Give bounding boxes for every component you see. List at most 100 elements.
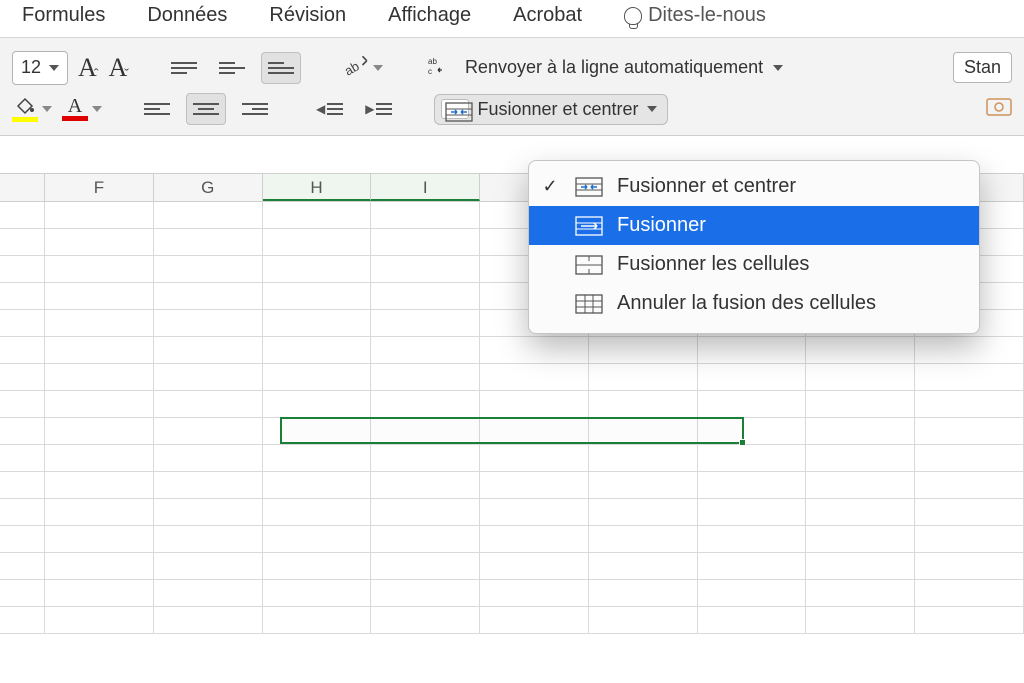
cell[interactable] [915, 418, 1024, 445]
cell[interactable] [154, 499, 263, 526]
cell[interactable] [698, 472, 807, 499]
tell-me[interactable]: Dites-le-nous [624, 4, 766, 27]
cell[interactable] [698, 580, 807, 607]
cell[interactable] [263, 391, 372, 418]
cell[interactable] [480, 607, 589, 634]
cell[interactable] [698, 337, 807, 364]
cell[interactable] [0, 472, 45, 499]
tab-affichage[interactable]: Affichage [388, 4, 471, 27]
cell[interactable] [915, 553, 1024, 580]
cell[interactable] [154, 553, 263, 580]
cell[interactable] [589, 445, 698, 472]
col-header-partial[interactable] [0, 174, 45, 201]
align-top-button[interactable] [165, 53, 203, 83]
cell[interactable] [154, 391, 263, 418]
cell[interactable] [589, 499, 698, 526]
cell[interactable] [263, 499, 372, 526]
cell[interactable] [371, 256, 480, 283]
cell[interactable] [806, 499, 915, 526]
cell[interactable] [915, 607, 1024, 634]
cell[interactable] [263, 580, 372, 607]
cell[interactable] [371, 499, 480, 526]
cell[interactable] [154, 445, 263, 472]
cell[interactable] [371, 418, 480, 445]
cell[interactable] [0, 553, 45, 580]
col-header-h[interactable]: H [263, 174, 372, 201]
cell[interactable] [589, 418, 698, 445]
cell[interactable] [154, 526, 263, 553]
cell[interactable] [263, 553, 372, 580]
cell[interactable] [480, 499, 589, 526]
cell[interactable] [480, 364, 589, 391]
cell[interactable] [589, 472, 698, 499]
cell[interactable] [154, 256, 263, 283]
align-middle-button[interactable] [213, 53, 251, 83]
cell[interactable] [263, 472, 372, 499]
cell[interactable] [154, 580, 263, 607]
cell[interactable] [589, 580, 698, 607]
cell[interactable] [698, 553, 807, 580]
cell[interactable] [698, 445, 807, 472]
cell[interactable] [0, 607, 45, 634]
cell[interactable] [45, 418, 154, 445]
tab-donnees[interactable]: Données [147, 4, 227, 27]
cell[interactable] [371, 310, 480, 337]
cell[interactable] [154, 364, 263, 391]
col-header-g[interactable]: G [154, 174, 263, 201]
cell[interactable] [263, 607, 372, 634]
cell[interactable] [45, 283, 154, 310]
cell[interactable] [45, 526, 154, 553]
cell[interactable] [263, 526, 372, 553]
cell[interactable] [45, 472, 154, 499]
cell[interactable] [154, 283, 263, 310]
tab-acrobat[interactable]: Acrobat [513, 4, 582, 27]
increase-font-size-button[interactable]: Aˆ [78, 53, 98, 83]
cell[interactable] [263, 283, 372, 310]
cell[interactable] [0, 283, 45, 310]
orientation-button[interactable]: ab [337, 48, 389, 87]
increase-indent-button[interactable]: ▶ [359, 98, 398, 120]
cell[interactable] [0, 580, 45, 607]
cell[interactable] [371, 229, 480, 256]
decrease-indent-button[interactable]: ◀ [310, 98, 349, 120]
cell[interactable] [915, 391, 1024, 418]
cell[interactable] [263, 337, 372, 364]
cell[interactable] [45, 607, 154, 634]
cell[interactable] [915, 472, 1024, 499]
cell[interactable] [154, 418, 263, 445]
tab-formules[interactable]: Formules [22, 4, 105, 27]
cell[interactable] [806, 445, 915, 472]
cell[interactable] [806, 580, 915, 607]
cell[interactable] [263, 229, 372, 256]
cell[interactable] [480, 553, 589, 580]
cell[interactable] [480, 337, 589, 364]
align-center-button[interactable] [186, 93, 226, 125]
cell[interactable] [480, 472, 589, 499]
cell[interactable] [371, 283, 480, 310]
cell[interactable] [263, 256, 372, 283]
cell[interactable] [154, 337, 263, 364]
cell[interactable] [371, 553, 480, 580]
font-size-select[interactable]: 12 [12, 51, 68, 85]
cell[interactable] [589, 526, 698, 553]
cell[interactable] [0, 310, 45, 337]
cell[interactable] [45, 337, 154, 364]
cell[interactable] [480, 580, 589, 607]
merge-cells-item[interactable]: Fusionner les cellules [529, 245, 979, 284]
cell[interactable] [915, 499, 1024, 526]
cell[interactable] [45, 202, 154, 229]
cell[interactable] [0, 202, 45, 229]
cell[interactable] [589, 607, 698, 634]
cell[interactable] [806, 391, 915, 418]
cell[interactable] [480, 445, 589, 472]
cell[interactable] [806, 607, 915, 634]
cell[interactable] [698, 418, 807, 445]
number-format-select[interactable]: Stan [953, 52, 1012, 83]
cell[interactable] [0, 445, 45, 472]
cell[interactable] [371, 364, 480, 391]
merge-and-center-item[interactable]: ✓ Fusionner et centrer [529, 167, 979, 206]
decrease-font-size-button[interactable]: Aˇ [108, 53, 128, 83]
cell[interactable] [0, 499, 45, 526]
cell[interactable] [0, 391, 45, 418]
cell[interactable] [915, 337, 1024, 364]
